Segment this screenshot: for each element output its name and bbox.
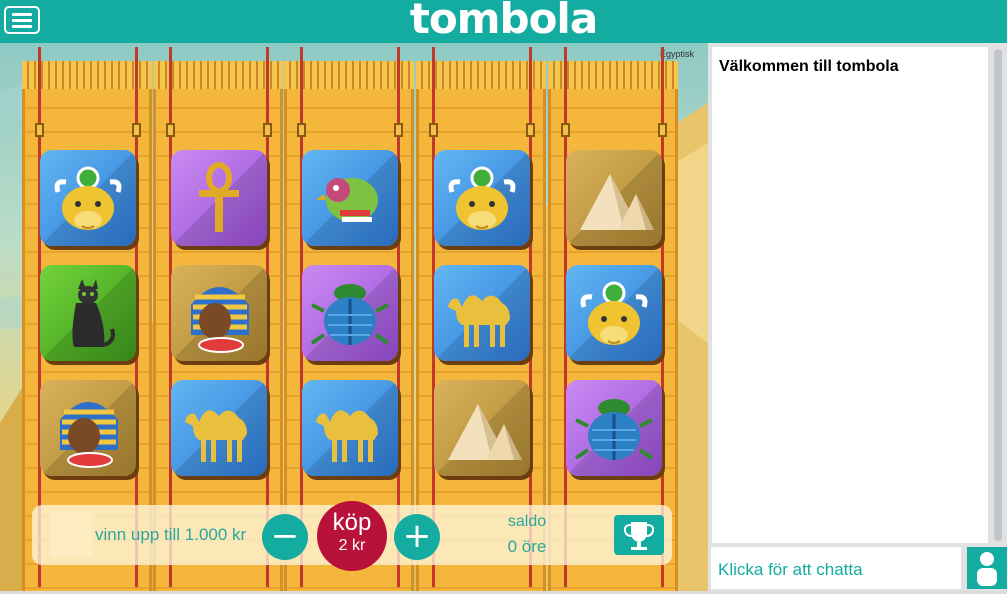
bird-icon: [302, 150, 398, 246]
column-capital: [22, 61, 152, 89]
rope-clip: [132, 123, 141, 137]
decrease-stake-button[interactable]: −: [262, 514, 308, 560]
cat-icon: [40, 265, 136, 361]
top-bar: tombola: [0, 0, 1007, 43]
symbol-bull: [434, 150, 530, 246]
rope-clip: [263, 123, 272, 137]
bull-icon: [40, 150, 136, 246]
buy-button[interactable]: köp 2 kr: [317, 501, 387, 571]
chat-messages: Välkommen till tombola: [712, 47, 988, 543]
scarab-icon: [566, 380, 662, 476]
rope-clip: [35, 123, 44, 137]
balance: saldo 0 öre: [487, 513, 567, 557]
rope-clip: [658, 123, 667, 137]
camel-icon: [302, 380, 398, 476]
symbol-camel: [171, 380, 267, 476]
win-up-to-text: vinn upp till 1.000 kr: [95, 525, 247, 544]
bar-left-panel: [50, 513, 92, 557]
scarab-icon: [302, 265, 398, 361]
camel-icon: [434, 265, 530, 361]
buy-price: 2 kr: [338, 537, 366, 554]
rope-clip: [526, 123, 535, 137]
trophy-button[interactable]: [614, 515, 664, 555]
bull-icon: [566, 265, 662, 361]
symbol-pharaoh: [171, 265, 267, 361]
pyramid-icon: [434, 380, 530, 476]
column-capital: [416, 61, 546, 89]
chat-input[interactable]: Klicka för att chatta: [711, 547, 961, 589]
trophy-icon: [623, 522, 655, 550]
pharaoh-icon: [171, 265, 267, 361]
symbol-camel: [434, 265, 530, 361]
rope-clip: [394, 123, 403, 137]
control-bar: vinn upp till 1.000 kr − köp 2 kr + sald…: [32, 501, 672, 571]
symbol-pyramid: [566, 150, 662, 246]
game-area: Egyptisk vinn upp till 1.000 kr − köp 2 …: [0, 43, 708, 591]
symbol-bull: [566, 265, 662, 361]
bull-icon: [434, 150, 530, 246]
chat-panel: Välkommen till tombola Klicka för att ch…: [708, 43, 1007, 591]
symbol-cat: [40, 265, 136, 361]
rope-clip: [561, 123, 570, 137]
pharaoh-icon: [40, 380, 136, 476]
logo: tombola: [409, 0, 598, 43]
ankh-icon: [171, 150, 267, 246]
theme-label: Egyptisk: [659, 49, 694, 59]
rope-clip: [166, 123, 175, 137]
increase-stake-button[interactable]: +: [394, 514, 440, 560]
camel-icon: [171, 380, 267, 476]
symbol-camel: [302, 380, 398, 476]
column-capital: [284, 61, 414, 89]
user-button[interactable]: [967, 547, 1007, 589]
rope-clip: [297, 123, 306, 137]
chat-scrollbar[interactable]: [992, 47, 1004, 543]
symbol-scarab: [302, 265, 398, 361]
symbol-scarab: [566, 380, 662, 476]
symbol-ankh: [171, 150, 267, 246]
user-icon: [977, 552, 997, 586]
column-capital: [153, 61, 283, 89]
chat-welcome-message: Välkommen till tombola: [719, 58, 899, 75]
chat-input-placeholder: Klicka för att chatta: [718, 560, 863, 579]
pyramid-icon: [566, 150, 662, 246]
rope-clip: [429, 123, 438, 137]
balance-label: saldo: [507, 513, 547, 530]
column-capital: [548, 61, 678, 89]
buy-label: köp: [332, 509, 372, 536]
symbol-pharaoh: [40, 380, 136, 476]
symbol-bull: [40, 150, 136, 246]
symbol-pyramid: [434, 380, 530, 476]
balance-value: 0 öre: [507, 537, 547, 556]
scrollbar-thumb[interactable]: [994, 49, 1002, 541]
symbol-bird: [302, 150, 398, 246]
